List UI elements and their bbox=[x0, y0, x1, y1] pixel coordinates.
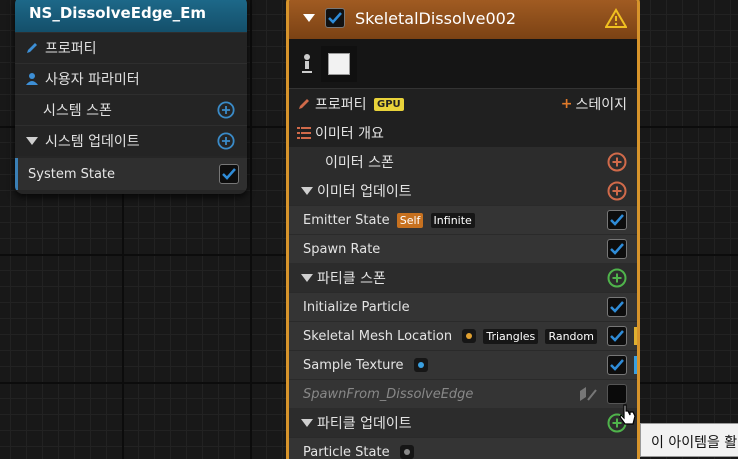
plus-icon: + bbox=[560, 95, 573, 112]
warning-icon[interactable] bbox=[605, 8, 627, 28]
collapse-triangle-icon[interactable] bbox=[303, 14, 315, 22]
tooltip: 이 아이템을 활 bbox=[640, 423, 738, 457]
self-badge: Self bbox=[396, 212, 424, 228]
tooltip-text: 이 아이템을 활 bbox=[651, 435, 738, 451]
system-spawn-label: 시스템 스폰 bbox=[43, 103, 112, 119]
emitter-thumbnail[interactable] bbox=[321, 45, 357, 82]
particle-state-label: Particle State bbox=[303, 445, 631, 459]
pin-icon[interactable] bbox=[301, 53, 313, 75]
sample-texture-text: Sample Texture bbox=[303, 357, 404, 373]
spawn-rate-module[interactable]: Spawn Rate bbox=[289, 234, 637, 263]
properties-text: 프로퍼티 bbox=[315, 96, 367, 113]
emitter-title: SkeletalDissolve002 bbox=[355, 8, 517, 28]
system-spawn-row[interactable]: 시스템 스폰 bbox=[15, 94, 247, 125]
emitter-summary-row[interactable]: 이미터 개요 bbox=[289, 118, 637, 147]
particle-state-text: Particle State bbox=[303, 444, 390, 459]
random-badge: Random bbox=[545, 328, 597, 344]
status-bar bbox=[634, 327, 637, 345]
dot-badge bbox=[399, 445, 414, 459]
emitter-thumbnail-area bbox=[289, 39, 637, 89]
emitter-spawn-label: 이미터 스폰 bbox=[325, 154, 394, 171]
particle-update-label: 파티클 업데이트 bbox=[317, 415, 412, 432]
emitter-update-label: 이미터 업데이트 bbox=[317, 183, 412, 200]
sample-texture-checkbox[interactable] bbox=[607, 355, 627, 375]
particle-state-module[interactable]: Particle State bbox=[289, 437, 637, 459]
mouse-cursor-icon bbox=[619, 404, 637, 432]
system-update-label: 시스템 업데이트 bbox=[45, 134, 140, 150]
system-state-checkbox[interactable] bbox=[219, 164, 239, 184]
status-bar bbox=[634, 356, 637, 374]
spawn-rate-checkbox[interactable] bbox=[607, 239, 627, 259]
system-state-module[interactable]: System State bbox=[15, 158, 247, 190]
user-parameters-row[interactable]: 사용자 파라미터 bbox=[15, 63, 247, 94]
triangles-badge: Triangles bbox=[483, 328, 539, 344]
emitter-enabled-checkbox[interactable] bbox=[325, 8, 345, 28]
blue-dot-badge bbox=[413, 358, 428, 372]
spawn-from-dissolve-edge-label: SpawnFrom_DissolveEdge bbox=[303, 386, 474, 402]
emitter-properties-row[interactable]: 프로퍼티 GPU + 스테이지 bbox=[289, 89, 637, 118]
skeletal-mesh-location-checkbox[interactable] bbox=[607, 326, 627, 346]
initialize-particle-module[interactable]: Initialize Particle bbox=[289, 292, 637, 321]
emitter-spawn-row[interactable]: 이미터 스폰 bbox=[289, 147, 637, 176]
emitter-summary-label: 이미터 개요 bbox=[315, 125, 384, 142]
spawn-from-dissolve-edge-module[interactable]: SpawnFrom_DissolveEdge bbox=[289, 379, 637, 408]
add-stage-button[interactable]: + 스테이지 bbox=[561, 94, 627, 114]
system-properties-row[interactable]: 프로퍼티 bbox=[15, 32, 247, 63]
emitter-state-text: Emitter State bbox=[303, 212, 390, 228]
scratch-pad-icon[interactable] bbox=[579, 386, 597, 402]
particle-update-row[interactable]: 파티클 업데이트 bbox=[289, 408, 637, 437]
initialize-particle-label: Initialize Particle bbox=[303, 299, 410, 315]
pencil-icon bbox=[23, 41, 41, 55]
sample-texture-module[interactable]: Sample Texture bbox=[289, 350, 637, 379]
skeletal-mesh-location-module[interactable]: Skeletal Mesh Location Triangles Random bbox=[289, 321, 637, 350]
spawn-from-dissolve-edge-checkbox[interactable] bbox=[607, 384, 627, 404]
user-icon bbox=[23, 72, 41, 86]
spawn-rate-label: Spawn Rate bbox=[303, 241, 381, 257]
emitter-state-label: Emitter State Self Infinite bbox=[303, 212, 607, 228]
add-icon[interactable] bbox=[607, 268, 627, 288]
system-node[interactable]: NS_DissolveEdge_Em 프로퍼티 사용자 파라미터 시스템 스폰 … bbox=[15, 0, 247, 194]
initialize-particle-checkbox[interactable] bbox=[607, 297, 627, 317]
add-icon[interactable] bbox=[607, 181, 627, 201]
emitter-state-module[interactable]: Emitter State Self Infinite bbox=[289, 205, 637, 234]
sample-texture-label: Sample Texture bbox=[303, 358, 607, 373]
emitter-properties-label: 프로퍼티 GPU bbox=[315, 94, 561, 114]
gpu-badge: GPU bbox=[373, 98, 404, 111]
add-icon[interactable] bbox=[217, 131, 235, 151]
system-update-row[interactable]: 시스템 업데이트 bbox=[15, 125, 247, 156]
list-icon bbox=[297, 126, 311, 139]
skeletal-mesh-location-label: Skeletal Mesh Location Triangles Random bbox=[303, 328, 607, 344]
user-parameters-label: 사용자 파라미터 bbox=[45, 72, 140, 88]
add-icon[interactable] bbox=[607, 152, 627, 172]
emitter-node[interactable]: SkeletalDissolve002 프로퍼티 GPU + 스테이지 이미터 … bbox=[286, 0, 640, 459]
orange-dot-badge bbox=[462, 329, 477, 343]
particle-spawn-label: 파티클 스폰 bbox=[317, 270, 386, 287]
add-stage-label: 스테이지 bbox=[575, 96, 627, 113]
system-node-title[interactable]: NS_DissolveEdge_Em bbox=[15, 0, 247, 32]
collapse-triangle-icon[interactable] bbox=[301, 273, 313, 282]
infinite-badge: Infinite bbox=[430, 212, 475, 228]
collapse-triangle-icon[interactable] bbox=[301, 418, 313, 427]
system-properties-label: 프로퍼티 bbox=[45, 41, 97, 57]
collapse-triangle-icon[interactable] bbox=[23, 137, 41, 145]
pencil-icon bbox=[297, 97, 311, 111]
particle-spawn-row[interactable]: 파티클 스폰 bbox=[289, 263, 637, 292]
system-state-label: System State bbox=[28, 166, 116, 182]
skeletal-mesh-location-text: Skeletal Mesh Location bbox=[303, 328, 453, 344]
emitter-state-checkbox[interactable] bbox=[607, 210, 627, 230]
emitter-update-row[interactable]: 이미터 업데이트 bbox=[289, 176, 637, 205]
add-icon[interactable] bbox=[217, 100, 235, 120]
collapse-triangle-icon[interactable] bbox=[301, 186, 313, 195]
emitter-title-bar[interactable]: SkeletalDissolve002 bbox=[289, 0, 637, 39]
